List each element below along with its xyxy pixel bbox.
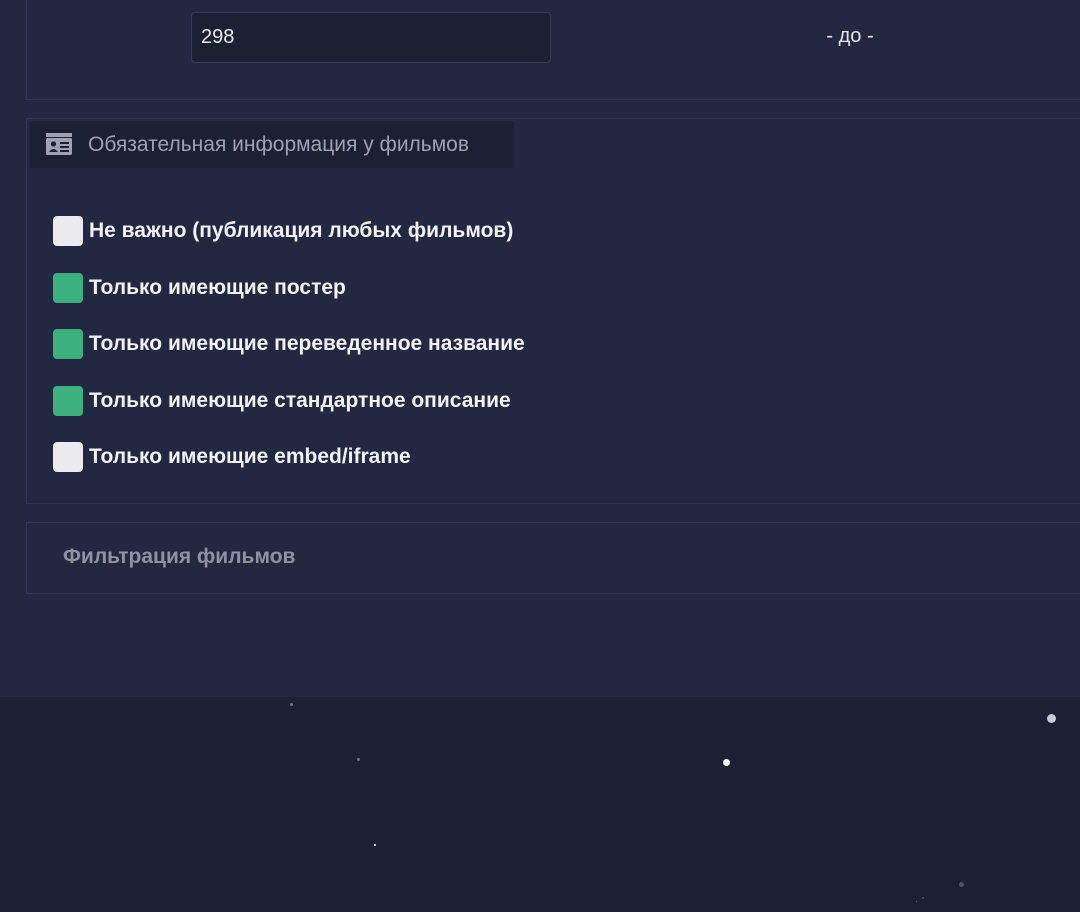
option-label: Только имеющие стандартное описание xyxy=(89,389,511,412)
option-row[interactable]: Только имеющие переведенное название xyxy=(53,329,525,359)
star-dot xyxy=(289,702,293,706)
option-checkbox[interactable] xyxy=(53,216,83,246)
star-dot xyxy=(356,757,360,761)
star-dot xyxy=(958,881,964,887)
range-card xyxy=(26,0,1080,100)
id-card-icon xyxy=(46,133,72,155)
filter-section-title[interactable]: Фильтрация фильмов xyxy=(63,545,295,569)
option-row[interactable]: Только имеющие постер xyxy=(53,273,346,303)
range-from-input[interactable] xyxy=(191,12,551,63)
star-dot xyxy=(922,897,924,899)
star-dot xyxy=(374,844,376,846)
range-separator: - до - xyxy=(826,25,874,47)
star-dot xyxy=(1046,713,1056,723)
option-checkbox[interactable] xyxy=(53,442,83,472)
star-dot xyxy=(722,758,730,766)
option-checkbox[interactable] xyxy=(53,273,83,303)
page: - до - Обязательная информация у фильмов… xyxy=(0,0,1080,912)
required-info-header: Обязательная информация у фильмов xyxy=(30,121,514,168)
required-info-title: Обязательная информация у фильмов xyxy=(88,133,470,156)
option-row[interactable]: Только имеющие стандартное описание xyxy=(53,386,511,416)
star-dot xyxy=(915,900,917,902)
option-checkbox[interactable] xyxy=(53,329,83,359)
option-label: Только имеющие постер xyxy=(89,276,346,299)
option-checkbox[interactable] xyxy=(53,386,83,416)
option-label: Не важно (публикация любых фильмов) xyxy=(89,219,514,242)
option-label: Только имеющие переведенное название xyxy=(89,332,525,355)
option-row[interactable]: Только имеющие embed/iframe xyxy=(53,442,411,472)
option-label: Только имеющие embed/iframe xyxy=(89,445,411,468)
option-row[interactable]: Не важно (публикация любых фильмов) xyxy=(53,216,513,246)
settings-panel: - до - Обязательная информация у фильмов… xyxy=(0,0,1080,697)
